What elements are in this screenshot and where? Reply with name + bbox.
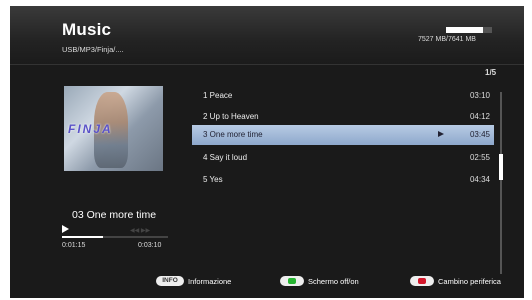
red-button[interactable]: Cambino periferica (410, 274, 501, 288)
red-button-icon (410, 276, 434, 286)
green-button[interactable]: Schermo off/on (280, 274, 359, 288)
music-player-screen: Music USB/MP3/Finja/.... 7527 MB/7641 MB… (10, 6, 524, 298)
total-time: 0:03:10 (138, 242, 162, 249)
breadcrumb: USB/MP3/Finja/.... (62, 45, 124, 54)
now-playing-title: 03 One more time (72, 209, 157, 221)
scrollbar-thumb[interactable] (499, 154, 503, 180)
track-name: 1 Peace (203, 91, 233, 100)
green-button-label: Schermo off/on (308, 276, 359, 286)
track-duration: 03:45 (469, 130, 490, 139)
elapsed-time: 0:01:15 (62, 242, 86, 249)
track-row[interactable]: 2 Up to Heaven 04:12 (192, 107, 494, 127)
info-badge: INFO (156, 276, 184, 286)
storage-bar-fill (446, 27, 483, 33)
track-duration: 04:34 (469, 175, 490, 184)
scrollbar[interactable] (499, 92, 503, 274)
track-row[interactable]: 5 Yes 04:34 (192, 170, 494, 190)
track-duration: 03:10 (469, 91, 490, 100)
track-row[interactable]: 1 Peace 03:10 (192, 86, 494, 106)
green-button-icon (280, 276, 304, 286)
red-dot-icon (418, 278, 426, 284)
track-name: 5 Yes (203, 175, 223, 184)
red-button-label: Cambino periferica (438, 276, 501, 286)
storage-text: 7527 MB/7641 MB (418, 36, 476, 43)
storage-bar (446, 27, 492, 33)
play-indicator-icon (438, 131, 444, 137)
track-name: 4 Say it loud (203, 153, 248, 162)
playback-progress-bar[interactable] (62, 236, 168, 238)
green-dot-icon (288, 278, 296, 284)
page-title: Music (62, 20, 112, 39)
info-button[interactable]: INFO Informazione (156, 274, 231, 288)
track-row[interactable]: 4 Say it loud 02:55 (192, 148, 494, 168)
playback-progress-fill (62, 236, 104, 238)
album-logo: FINJA (68, 122, 113, 136)
page-indicator: 1/5 (485, 68, 497, 77)
play-icon (62, 225, 69, 233)
track-duration: 04:12 (469, 112, 490, 121)
header: Music USB/MP3/Finja/.... 7527 MB/7641 MB (10, 6, 524, 65)
album-art: FINJA (64, 86, 163, 171)
track-name: 3 One more time (203, 130, 263, 139)
track-duration: 02:55 (469, 153, 490, 162)
track-name: 2 Up to Heaven (203, 112, 259, 121)
info-label: Informazione (188, 276, 232, 286)
track-row-selected[interactable]: 3 One more time 03:45 (192, 125, 494, 145)
volume-icon: ◀◀ ▶▶ (130, 228, 151, 234)
